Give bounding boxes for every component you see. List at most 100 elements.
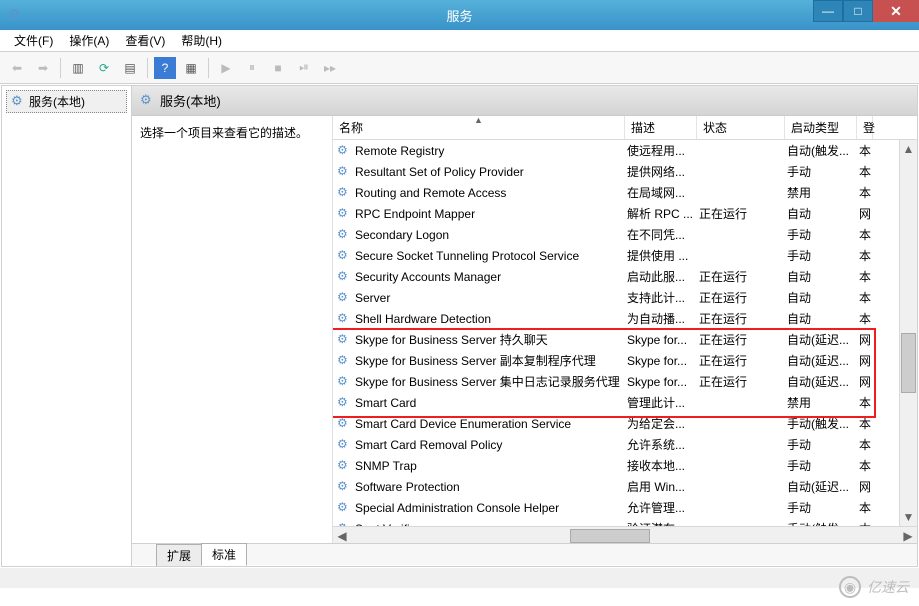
menu-view[interactable]: 查看(V): [119, 30, 171, 51]
scroll-down-icon[interactable]: ▼: [900, 508, 917, 526]
service-startup: 手动: [785, 457, 857, 474]
restart-service-button[interactable]: ⏯: [293, 57, 315, 79]
service-startup: 手动(触发...: [785, 520, 857, 526]
service-desc: 为给定会...: [625, 415, 697, 432]
table-row[interactable]: Software Protection启用 Win...自动(延迟...网: [333, 476, 917, 497]
service-startup: 自动: [785, 310, 857, 327]
table-row[interactable]: Skype for Business Server 集中日志记录服务代理Skyp…: [333, 371, 917, 392]
table-row[interactable]: RPC Endpoint Mapper解析 RPC ...正在运行自动网: [333, 203, 917, 224]
service-icon: [337, 291, 351, 305]
refresh-button[interactable]: ⟳: [93, 57, 115, 79]
show-hide-tree-button[interactable]: ▥: [67, 57, 89, 79]
table-row[interactable]: Smart Card Device Enumeration Service为给定…: [333, 413, 917, 434]
maximize-button[interactable]: □: [843, 0, 873, 22]
col-header-status[interactable]: 状态: [697, 116, 785, 139]
service-icon: [337, 417, 351, 431]
table-row[interactable]: Shell Hardware Detection为自动播...正在运行自动本: [333, 308, 917, 329]
scroll-up-icon[interactable]: ▲: [900, 140, 917, 158]
service-startup: 手动: [785, 247, 857, 264]
service-logon: 本: [857, 457, 873, 474]
table-row[interactable]: Secondary Logon在不同凭...手动本: [333, 224, 917, 245]
service-startup: 禁用: [785, 394, 857, 411]
table-row[interactable]: Skype for Business Server 持久聊天 Skype for.…: [333, 329, 917, 350]
service-desc: Skype for...: [625, 333, 697, 347]
service-desc: 在局域网...: [625, 184, 697, 201]
tab-standard[interactable]: 标准: [201, 543, 247, 566]
restart-button[interactable]: ▸▸: [319, 57, 341, 79]
vscroll-thumb[interactable]: [901, 333, 916, 393]
table-row[interactable]: Smart Card管理此计...禁用本: [333, 392, 917, 413]
col-header-startup[interactable]: 启动类型: [785, 116, 857, 139]
service-icon: [337, 207, 351, 221]
tree-root-services[interactable]: 服务(本地): [6, 90, 127, 113]
service-icon: [337, 312, 351, 326]
service-startup: 自动: [785, 289, 857, 306]
minimize-button[interactable]: —: [813, 0, 843, 22]
table-row[interactable]: Remote Registry使远程用...自动(触发...本: [333, 140, 917, 161]
service-desc: 为自动播...: [625, 310, 697, 327]
col-header-name[interactable]: 名称▲: [333, 116, 625, 139]
pause-service-button[interactable]: ⏸: [241, 57, 263, 79]
service-icon: [337, 165, 351, 179]
service-status: 正在运行: [697, 205, 785, 222]
service-name: Server: [355, 291, 390, 305]
scroll-left-icon[interactable]: ◀: [333, 528, 351, 544]
watermark-icon: ◉: [839, 576, 861, 598]
stop-service-button[interactable]: ■: [267, 57, 289, 79]
table-row[interactable]: Skype for Business Server 副本复制程序代理Skype …: [333, 350, 917, 371]
service-icon: [337, 438, 351, 452]
table-row[interactable]: Special Administration Console Helper允许管…: [333, 497, 917, 518]
services-icon: [11, 95, 25, 109]
table-row[interactable]: Server 支持此计...正在运行自动本: [333, 287, 917, 308]
service-name: Security Accounts Manager: [355, 270, 501, 284]
forward-button[interactable]: ➡: [32, 57, 54, 79]
service-icon: [337, 480, 351, 494]
properties-button[interactable]: ▦: [180, 57, 202, 79]
table-row[interactable]: SNMP Trap接收本地...手动本: [333, 455, 917, 476]
col-header-description[interactable]: 描述: [625, 116, 697, 139]
service-icon: [337, 375, 351, 389]
export-button[interactable]: ▤: [119, 57, 141, 79]
table-row[interactable]: Smart Card Removal Policy允许系统...手动本: [333, 434, 917, 455]
service-name: Special Administration Console Helper: [355, 501, 559, 515]
table-row[interactable]: Spot Verifier验证潜在...手动(触发...本: [333, 518, 917, 526]
table-row[interactable]: Resultant Set of Policy Provider提供网络...手…: [333, 161, 917, 182]
service-name: Smart Card: [355, 396, 416, 410]
menu-action[interactable]: 操作(A): [63, 30, 115, 51]
service-name: Secondary Logon: [355, 228, 449, 242]
table-row[interactable]: Security Accounts Manager启动此服...正在运行自动本: [333, 266, 917, 287]
menu-file[interactable]: 文件(F): [8, 30, 59, 51]
service-icon: [337, 228, 351, 242]
service-status: 正在运行: [697, 289, 785, 306]
description-panel: 选择一个项目来查看它的描述。: [132, 116, 332, 544]
service-desc: 管理此计...: [625, 394, 697, 411]
back-button[interactable]: ⬅: [6, 57, 28, 79]
service-name: Skype for Business Server 持久聊天: [355, 331, 548, 348]
service-desc: 允许系统...: [625, 436, 697, 453]
hscroll-thumb[interactable]: [570, 529, 650, 543]
service-desc: 提供网络...: [625, 163, 697, 180]
table-row[interactable]: Secure Socket Tunneling Protocol Service…: [333, 245, 917, 266]
col-header-logon[interactable]: 登: [857, 116, 873, 139]
table-row[interactable]: Routing and Remote Access在局域网...禁用本: [333, 182, 917, 203]
close-button[interactable]: ✕: [873, 0, 919, 22]
service-startup: 手动: [785, 499, 857, 516]
horizontal-scrollbar[interactable]: ◀ ▶: [333, 526, 917, 544]
sort-indicator-icon: ▲: [474, 116, 483, 125]
start-service-button[interactable]: ▶: [215, 57, 237, 79]
column-headers: 名称▲ 描述 状态 启动类型 登: [333, 116, 917, 140]
tab-extended[interactable]: 扩展: [156, 544, 202, 566]
help-button[interactable]: ?: [154, 57, 176, 79]
menu-help[interactable]: 帮助(H): [175, 30, 228, 51]
detail-pane: 服务(本地) 选择一个项目来查看它的描述。 名称▲ 描述 状态 启动类型 登 R…: [132, 86, 917, 566]
scroll-right-icon[interactable]: ▶: [899, 528, 917, 544]
services-list: 名称▲ 描述 状态 启动类型 登 Remote Registry使远程用...自…: [332, 116, 917, 544]
service-startup: 禁用: [785, 184, 857, 201]
service-name: Resultant Set of Policy Provider: [355, 165, 524, 179]
service-logon: 本: [857, 226, 873, 243]
vertical-scrollbar[interactable]: ▲ ▼: [899, 140, 917, 526]
service-logon: 本: [857, 289, 873, 306]
service-desc: 支持此计...: [625, 289, 697, 306]
service-icon: [337, 522, 351, 527]
service-name: Routing and Remote Access: [355, 186, 506, 200]
